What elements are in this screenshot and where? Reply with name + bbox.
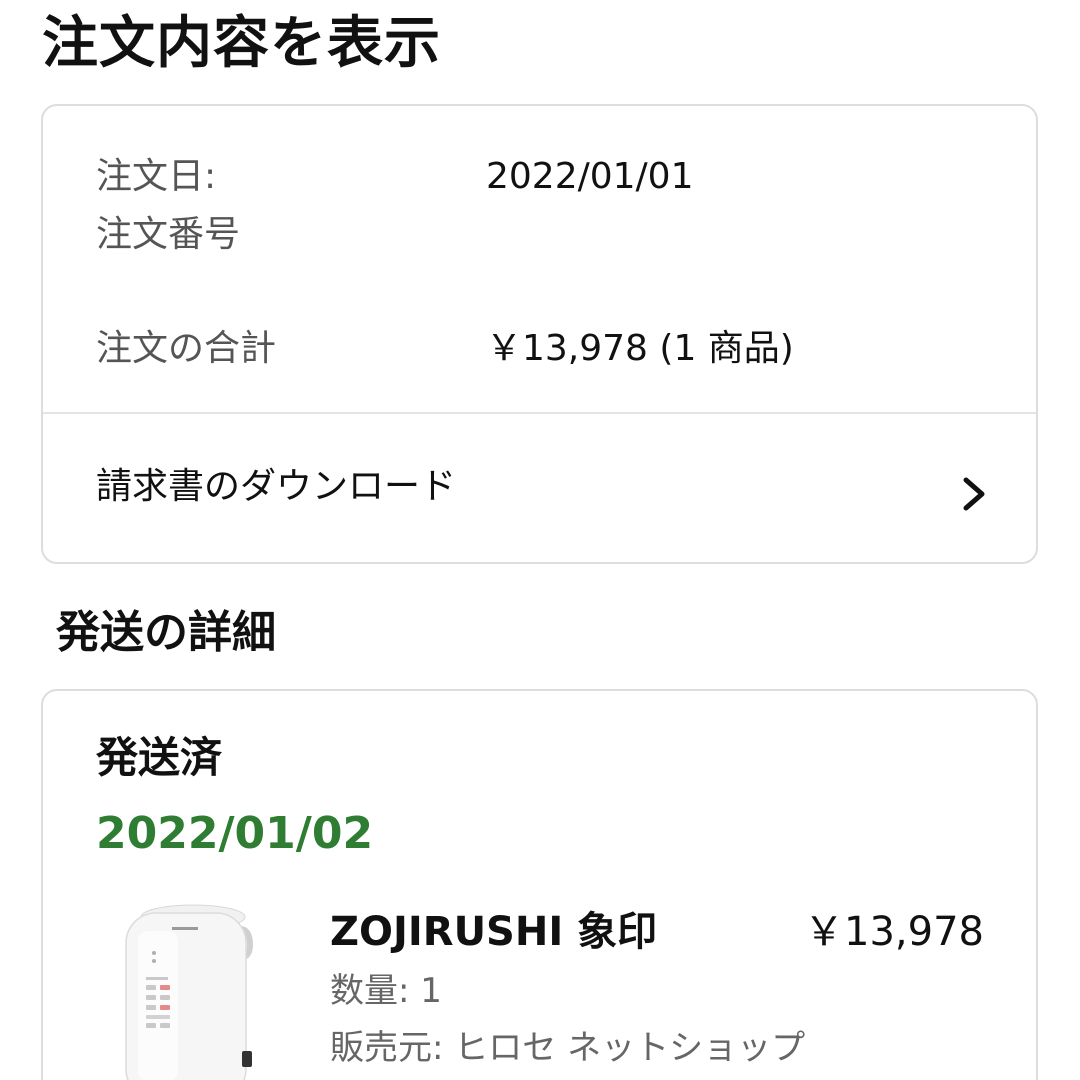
page-title: 注文内容を表示 <box>42 11 441 76</box>
invoice-download-row[interactable]: 請求書のダウンロード <box>43 414 1036 564</box>
order-summary-card: 注文日: 2022/01/01 注文番号 注文の合計 ￥13,978 (1 商品… <box>41 104 1038 564</box>
order-date-value: 2022/01/01 <box>486 156 694 197</box>
chevron-right-icon <box>963 477 985 511</box>
order-total-label: 注文の合計 <box>96 328 277 369</box>
invoice-download-label: 請求書のダウンロード <box>96 466 457 507</box>
product-quantity: 数量: 1 <box>330 971 442 1011</box>
order-number-label: 注文番号 <box>96 214 241 255</box>
product-name[interactable]: ZOJIRUSHI 象印 <box>330 906 657 958</box>
shipment-card: 発送済 2022/01/02 ZOJIRUSHI 象印 ￥13,978 数量: … <box>41 689 1038 1080</box>
order-details-page: 注文内容を表示 注文日: 2022/01/01 注文番号 注文の合計 ￥13,9… <box>0 0 1080 1080</box>
order-date-label: 注文日: <box>96 156 217 197</box>
shipment-date: 2022/01/02 <box>96 808 374 859</box>
product-seller: 販売元: ヒロセ ネットショップ <box>330 1028 806 1068</box>
shipping-details-title: 発送の詳細 <box>56 607 276 658</box>
product-image[interactable] <box>118 901 268 1080</box>
order-total-value: ￥13,978 (1 商品) <box>486 328 794 369</box>
shipment-status: 発送済 <box>96 733 223 782</box>
product-price: ￥13,978 <box>804 909 984 955</box>
